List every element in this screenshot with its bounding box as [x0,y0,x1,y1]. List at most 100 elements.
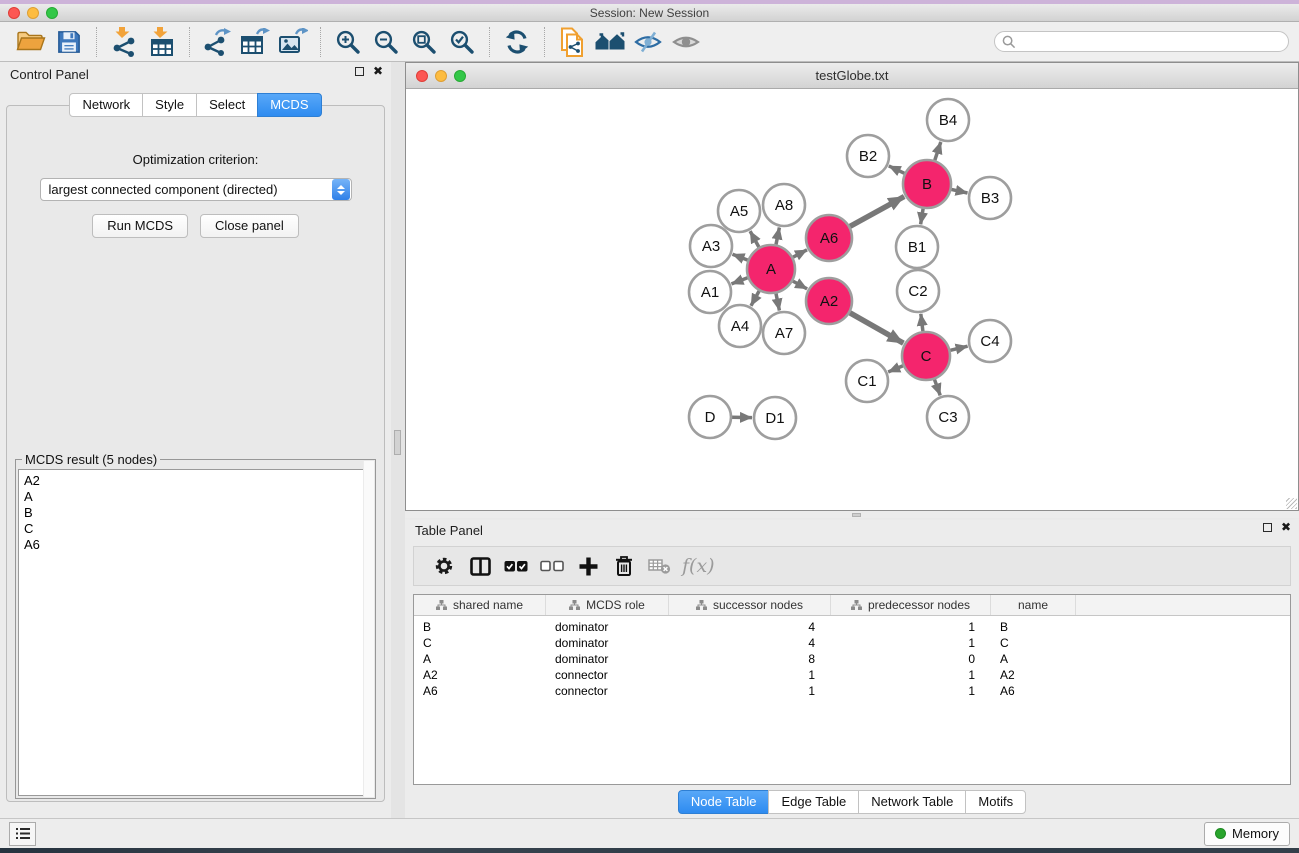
table-tab-network-table[interactable]: Network Table [858,790,966,814]
table-row[interactable]: A2connector11A2 [414,667,1290,683]
graph-node-B4[interactable]: B4 [927,99,969,141]
control-tab-style[interactable]: Style [142,93,197,117]
export-image-button[interactable] [274,25,312,59]
network-close-button[interactable] [416,70,428,82]
table-settings-button[interactable] [426,549,462,583]
show-columns-button[interactable] [462,549,498,583]
graph-edge-A-A4[interactable] [751,291,759,306]
graph-node-A4[interactable]: A4 [719,305,761,347]
graph-node-A6[interactable]: A6 [806,215,852,261]
network-canvas[interactable]: AA1A2A3A4A5A6A7A8BB1B2B3B4CC1C2C3C4DD1 [406,89,1298,510]
mcds-result-item[interactable]: A6 [24,537,367,553]
zoom-fit-button[interactable] [405,25,443,59]
graph-edge-A-A7[interactable] [776,294,779,311]
add-column-button[interactable] [570,549,606,583]
export-table-button[interactable] [236,25,274,59]
graph-edge-A6-B[interactable] [850,197,904,227]
delete-column-button[interactable] [606,549,642,583]
memory-button[interactable]: Memory [1204,822,1290,846]
graph-node-A7[interactable]: A7 [763,312,805,354]
splitter-handle[interactable] [394,430,401,455]
graph-edge-B-B1[interactable] [921,209,924,225]
criterion-select[interactable]: largest connected component (directed) [40,178,352,201]
column-header-mcds-role[interactable]: MCDS role [546,595,669,615]
graph-node-A3[interactable]: A3 [690,225,732,267]
table-row[interactable]: Cdominator41C [414,635,1290,651]
table-splitter[interactable] [405,511,1299,518]
table-row[interactable]: A6connector11A6 [414,683,1290,699]
mcds-result-item[interactable]: C [24,521,367,537]
home-view-button[interactable] [591,25,629,59]
graph-node-C1[interactable]: C1 [846,360,888,402]
open-session-button[interactable] [12,25,50,59]
close-table-panel-icon[interactable]: ✖ [1281,522,1291,532]
graph-node-B[interactable]: B [903,160,951,208]
select-all-button[interactable] [498,549,534,583]
graph-edge-C-C3[interactable] [935,380,941,396]
table-tab-node-table[interactable]: Node Table [678,790,770,814]
run-mcds-button[interactable]: Run MCDS [92,214,188,238]
task-history-button[interactable] [9,822,36,846]
graph-node-B3[interactable]: B3 [969,177,1011,219]
graph-node-D[interactable]: D [689,396,731,438]
table-row[interactable]: Bdominator41B [414,619,1290,635]
graph-edge-A-A6[interactable] [793,250,807,257]
graph-node-B1[interactable]: B1 [896,226,938,268]
graph-edge-A-A5[interactable] [750,231,759,247]
graph-node-A2[interactable]: A2 [806,278,852,324]
mcds-result-item[interactable]: B [24,505,367,521]
control-tab-select[interactable]: Select [196,93,258,117]
graph-edge-B-B2[interactable] [889,166,905,173]
zoom-selected-button[interactable] [443,25,481,59]
graph-edge-A-A2[interactable] [793,281,807,289]
column-header-shared-name[interactable]: shared name [414,595,546,615]
close-panel-icon[interactable]: ✖ [373,66,383,76]
graph-node-C3[interactable]: C3 [927,396,969,438]
graph-node-A8[interactable]: A8 [763,184,805,226]
graph-node-D1[interactable]: D1 [754,397,796,439]
column-header-successor-nodes[interactable]: successor nodes [669,595,831,615]
table-tab-motifs[interactable]: Motifs [965,790,1026,814]
table-splitter-handle[interactable] [852,513,861,517]
control-tab-mcds[interactable]: MCDS [257,93,321,117]
panel-splitter[interactable] [391,62,405,818]
function-builder-button[interactable]: f(x) [678,555,715,577]
graph-edge-A2-C[interactable] [850,313,904,343]
duplicate-network-button[interactable] [553,25,591,59]
graph-edge-A-A3[interactable] [733,254,748,260]
float-table-panel-icon[interactable] [1263,523,1272,532]
graph-node-B2[interactable]: B2 [847,135,889,177]
window-minimize-button[interactable] [27,7,39,19]
graph-edge-C-C2[interactable] [921,314,923,331]
mcds-result-item[interactable]: A [24,489,367,505]
graph-node-C[interactable]: C [902,332,950,380]
graph-edge-C-C1[interactable] [888,366,903,372]
column-header-name[interactable]: name [991,595,1076,615]
deselect-all-button[interactable] [534,549,570,583]
close-panel-button[interactable]: Close panel [200,214,299,238]
graph-node-A5[interactable]: A5 [718,190,760,232]
graph-edge-C-C4[interactable] [950,346,967,350]
graph-node-A[interactable]: A [747,245,795,293]
table-row[interactable]: Adominator80A [414,651,1290,667]
app-titlebar[interactable]: Session: New Session [0,4,1299,22]
search-input[interactable] [994,31,1289,52]
graph-edge-A-A8[interactable] [776,228,779,245]
zoom-in-button[interactable] [329,25,367,59]
show-all-button[interactable] [667,25,705,59]
hide-selected-button[interactable] [629,25,667,59]
delete-table-button[interactable] [642,549,678,583]
network-minimize-button[interactable] [435,70,447,82]
table-tab-edge-table[interactable]: Edge Table [768,790,859,814]
export-network-button[interactable] [198,25,236,59]
mcds-result-list[interactable]: A2ABCA6 [18,469,373,796]
mcds-result-item[interactable]: A2 [24,473,367,489]
import-network-button[interactable] [105,25,143,59]
result-scrollbar[interactable] [363,461,374,797]
save-session-button[interactable] [50,25,88,59]
graph-node-A1[interactable]: A1 [689,271,731,313]
zoom-out-button[interactable] [367,25,405,59]
window-close-button[interactable] [8,7,20,19]
column-header-predecessor-nodes[interactable]: predecessor nodes [831,595,991,615]
graph-edge-A-A1[interactable] [732,278,748,284]
